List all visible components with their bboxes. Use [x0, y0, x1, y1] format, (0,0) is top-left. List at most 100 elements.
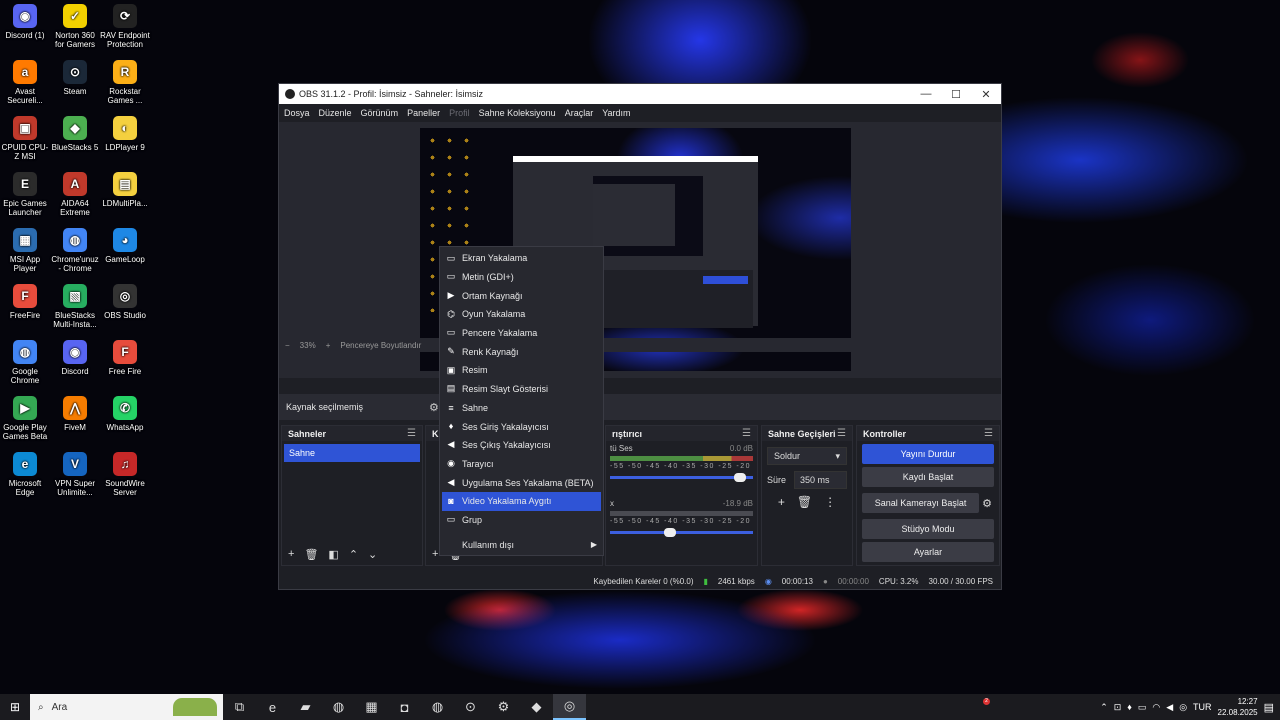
menu-duzenle[interactable]: Düzenle: [319, 108, 352, 118]
desktop-icon[interactable]: ◉ Discord (1): [0, 4, 50, 40]
context-menu-item[interactable]: ≡ Sahne: [440, 399, 603, 418]
desktop-icon[interactable]: ▦ MSI App Player: [0, 228, 50, 273]
transitions-dock-menu-icon[interactable]: ☰: [837, 428, 846, 439]
taskbar-app-icon[interactable]: ◍: [421, 694, 454, 720]
desktop-icon[interactable]: ♫ SoundWire Server: [100, 452, 150, 497]
context-menu-item[interactable]: ⌬ Oyun Yakalama: [440, 305, 603, 324]
desktop-icon[interactable]: E Epic Games Launcher: [0, 172, 50, 217]
menu-yardim[interactable]: Yardım: [602, 108, 630, 118]
desktop-icon[interactable]: ◐ LDPlayer 9: [100, 116, 150, 152]
volume-slider[interactable]: [610, 473, 753, 482]
menu-sahne-koleksiyonu[interactable]: Sahne Koleksiyonu: [479, 108, 556, 118]
desktop-icon[interactable]: R Rockstar Games ...: [100, 60, 150, 105]
desktop-icon[interactable]: ◆ BlueStacks 5: [50, 116, 100, 152]
move-up-icon[interactable]: ⌃: [349, 548, 358, 561]
transition-more-icon[interactable]: ⋮: [824, 495, 836, 509]
desktop-icon[interactable]: ⟳ RAV Endpoint Protection: [100, 4, 150, 49]
start-virtual-camera-button[interactable]: Sanal Kamerayı Başlat: [862, 493, 980, 513]
duration-input[interactable]: 350 ms: [794, 471, 847, 489]
menu-paneller[interactable]: Paneller: [407, 108, 440, 118]
context-menu-item[interactable]: ♦ Ses Giriş Yakalayıcısı: [440, 417, 603, 436]
notification-icon[interactable]: ▤: [1264, 701, 1274, 714]
desktop-icon[interactable]: A AIDA64 Extreme: [50, 172, 100, 217]
fit-to-window-button[interactable]: Pencereye Boyutlandır: [340, 341, 421, 350]
zoom-out-button[interactable]: −: [285, 341, 290, 350]
stop-streaming-button[interactable]: Yayını Durdur: [862, 444, 994, 464]
virtual-camera-settings-gear-icon[interactable]: ⚙: [982, 497, 992, 510]
desktop-icon[interactable]: ▤ LDMultiPla...: [100, 172, 150, 208]
context-menu-item[interactable]: ▭ Metin (GDI+): [440, 268, 603, 287]
context-menu-item[interactable]: ▶ Ortam Kaynağı: [440, 286, 603, 305]
scene-filter-icon[interactable]: ◧: [328, 548, 338, 561]
context-menu-item[interactable]: ◉ Tarayıcı: [440, 455, 603, 474]
close-button[interactable]: ✕: [971, 84, 1001, 104]
menu-profil[interactable]: Profil: [449, 108, 470, 118]
taskbar-app-icon[interactable]: ▰: [289, 694, 322, 720]
settings-button[interactable]: Ayarlar: [862, 542, 994, 562]
taskbar-app-icon[interactable]: e: [256, 694, 289, 720]
start-recording-button[interactable]: Kaydı Başlat: [862, 467, 994, 487]
taskbar-app-icon[interactable]: ⚙: [487, 694, 520, 720]
tray-language[interactable]: TUR: [1193, 702, 1212, 712]
context-menu-item[interactable]: ▭ Ekran Yakalama: [440, 249, 603, 268]
add-scene-icon[interactable]: +: [288, 548, 294, 560]
desktop-icon[interactable]: F FreeFire: [0, 284, 50, 320]
transition-select[interactable]: Soldur ▾: [767, 447, 847, 465]
desktop-icon[interactable]: ◍ Google Chrome: [0, 340, 50, 385]
taskbar-app-icon[interactable]: ▦: [355, 694, 388, 720]
context-menu-item[interactable]: ◀ Uygulama Ses Yakalama (BETA): [440, 473, 603, 492]
desktop-icon[interactable]: ✓ Norton 360 for Gamers: [50, 4, 100, 49]
deprecated-submenu[interactable]: Kullanım dışı ▶: [440, 535, 603, 554]
remove-transition-icon[interactable]: 🗑: [797, 495, 812, 509]
taskbar-app-icon[interactable]: ◆: [520, 694, 553, 720]
start-button[interactable]: ⊞: [0, 694, 30, 720]
desktop-icon[interactable]: ◎ OBS Studio: [100, 284, 150, 320]
desktop-icon[interactable]: ◕ GameLoop: [100, 228, 150, 264]
tray-clock[interactable]: 12:27 22.08.2025: [1218, 696, 1258, 718]
minimize-button[interactable]: —: [911, 84, 941, 104]
remove-scene-icon[interactable]: 🗑: [304, 548, 318, 561]
tray-chevron-icon[interactable]: ⌃: [1100, 702, 1108, 713]
controls-dock-menu-icon[interactable]: ☰: [984, 428, 993, 439]
zoom-in-button[interactable]: +: [326, 341, 331, 350]
menu-dosya[interactable]: Dosya: [284, 108, 310, 118]
studio-mode-button[interactable]: Stüdyo Modu: [862, 519, 994, 539]
tray-mic-icon[interactable]: ♦: [1127, 702, 1132, 712]
context-menu-item[interactable]: ▤ Resim Slayt Gösterisi: [440, 380, 603, 399]
desktop-icon[interactable]: ▧ BlueStacks Multi-Insta...: [50, 284, 100, 329]
scene-item[interactable]: Sahne: [284, 444, 420, 462]
desktop-icon[interactable]: ◍ Chrome'unuz - Chrome: [50, 228, 100, 273]
context-menu-item[interactable]: ✎ Renk Kaynağı: [440, 342, 603, 361]
tray-obs-icon[interactable]: ◎: [1179, 702, 1187, 713]
taskbar-app-icon[interactable]: ◘: [388, 694, 421, 720]
desktop-icon[interactable]: ▶ Google Play Games Beta: [0, 396, 50, 441]
taskbar-app-icon[interactable]: ⊙: [454, 694, 487, 720]
move-down-icon[interactable]: ⌄: [368, 548, 377, 561]
context-menu-item[interactable]: ◀ Ses Çıkış Yakalayıcısı: [440, 436, 603, 455]
context-menu-item[interactable]: ▭ Pencere Yakalama: [440, 324, 603, 343]
menu-araclar[interactable]: Araçlar: [565, 108, 594, 118]
context-menu-item[interactable]: ▣ Resim: [440, 361, 603, 380]
menu-gorunum[interactable]: Görünüm: [361, 108, 399, 118]
context-menu-item[interactable]: ◙ Video Yakalama Aygıtı: [442, 491, 601, 511]
mixer-dock-menu-icon[interactable]: ☰: [742, 428, 751, 439]
taskbar-app-icon[interactable]: ◍: [322, 694, 355, 720]
desktop-icon[interactable]: F Free Fire: [100, 340, 150, 376]
context-menu-item[interactable]: ▭ Grup: [440, 511, 603, 530]
add-source-icon[interactable]: +: [432, 548, 438, 560]
desktop-icon[interactable]: ⊙ Steam: [50, 60, 100, 96]
tray-wifi-icon[interactable]: ◠: [1152, 702, 1160, 713]
taskbar-app-icon[interactable]: ◎: [553, 694, 586, 720]
tray-display-icon[interactable]: ▭: [1138, 702, 1147, 713]
taskbar-app-icon[interactable]: ⧉: [223, 694, 256, 720]
tray-network-icon[interactable]: ⊡: [1114, 702, 1122, 713]
taskbar-search[interactable]: ⌕ Ara: [30, 694, 223, 720]
desktop-icon[interactable]: ⋀ FiveM: [50, 396, 100, 432]
add-transition-icon[interactable]: +: [778, 495, 785, 509]
volume-slider[interactable]: [610, 528, 753, 537]
desktop-icon[interactable]: a Avast Secureli...: [0, 60, 50, 105]
source-properties-gear-icon[interactable]: ⚙: [429, 401, 439, 414]
scenes-dock-menu-icon[interactable]: ☰: [407, 428, 416, 439]
maximize-button[interactable]: ☐: [941, 84, 971, 104]
volume-slider-handle[interactable]: [663, 528, 676, 537]
